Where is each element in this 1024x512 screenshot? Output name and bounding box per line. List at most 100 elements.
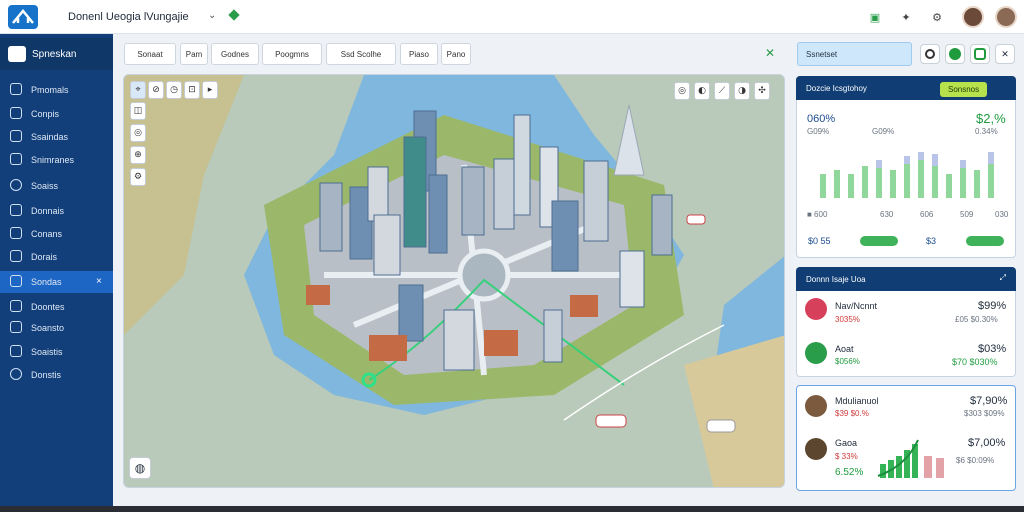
detail-item-subvalue-1: $303 $09% bbox=[964, 409, 1005, 418]
axis-label-1: ■ 600 bbox=[807, 210, 828, 219]
sidebar-item-13[interactable]: Donstis bbox=[0, 364, 113, 386]
map-tool-pin[interactable]: ⌖ bbox=[130, 81, 146, 99]
expand-icon[interactable]: ⤢ bbox=[1000, 273, 1006, 283]
map-tool-3[interactable]: ◷ bbox=[166, 81, 182, 99]
graph-icon bbox=[10, 345, 22, 357]
stat-sub-2: G09% bbox=[872, 127, 895, 136]
detail-mini-chart bbox=[877, 439, 944, 478]
map-tool-row: ⌖ ⊘ ◷ ⊡ ▸ bbox=[130, 81, 218, 99]
toggle-switch-right[interactable] bbox=[966, 236, 1004, 246]
toggle-icon[interactable] bbox=[945, 44, 965, 64]
detail-item-name-1: Mdulianuol bbox=[835, 396, 879, 406]
tool-button-6[interactable]: Piaso bbox=[400, 43, 438, 65]
tool-button-7[interactable]: Pano bbox=[441, 43, 471, 65]
detail-item-extra: 6.52% bbox=[835, 467, 864, 478]
home-logo-icon[interactable] bbox=[8, 5, 38, 29]
detail-item-value-1: $7,90% bbox=[970, 395, 1008, 407]
list-card-header: Donnn Isaje Uoa ⤢ bbox=[796, 267, 1016, 291]
sidebar-item-2[interactable]: Conpis bbox=[0, 103, 113, 125]
sidebar-item-12[interactable]: Soaistis bbox=[0, 341, 113, 363]
list-item-subvalue-1: £05 $0.30% bbox=[955, 315, 998, 324]
box-icon bbox=[10, 321, 22, 333]
avatar[interactable] bbox=[962, 6, 984, 28]
tool-button-4[interactable]: Poogmns bbox=[262, 43, 322, 65]
stat-value-2: $2,% bbox=[976, 111, 1006, 126]
sidebar-item-7[interactable]: Conans bbox=[0, 223, 113, 245]
stat-sub-1: G09% bbox=[807, 127, 830, 136]
map-illustration bbox=[124, 75, 784, 487]
stats-badge[interactable]: Sonsnos bbox=[940, 82, 988, 97]
tool-button-5[interactable]: Ssd Scolhe bbox=[326, 43, 396, 65]
avatar bbox=[805, 395, 827, 417]
axis-label-3: 606 bbox=[920, 210, 934, 219]
tool-button-3[interactable]: Godnes bbox=[211, 43, 259, 65]
puzzle-icon[interactable]: ✦ bbox=[897, 8, 915, 26]
close-icon[interactable]: ✕ bbox=[765, 46, 775, 60]
list-item-icon-2 bbox=[805, 342, 827, 364]
gear-icon[interactable]: ⚙ bbox=[928, 8, 946, 26]
map-right-tool-2[interactable]: ◐ bbox=[694, 82, 710, 100]
avatar bbox=[805, 438, 827, 460]
sidebar-item-6[interactable]: Donnais bbox=[0, 200, 113, 222]
axis-label-4: 509 bbox=[960, 210, 974, 219]
layers-icon[interactable]: ◫ bbox=[130, 102, 146, 120]
detail-item-subvalue-2: $6 $0:09% bbox=[956, 456, 995, 465]
list-item-value-2: $03% bbox=[978, 343, 1007, 355]
sidebar-item-1[interactable]: Pmomals bbox=[0, 79, 113, 101]
sidebar-item-4[interactable]: Snimranes bbox=[0, 149, 113, 171]
stat-value-1: 060% bbox=[807, 113, 836, 125]
detail-item-value-2: $7,00% bbox=[968, 437, 1006, 449]
doc-icon[interactable]: ▣ bbox=[866, 8, 884, 26]
brand-icon bbox=[8, 46, 26, 62]
monitor-icon bbox=[10, 107, 22, 119]
close-panel-icon[interactable]: ✕ bbox=[995, 44, 1015, 64]
share-icon[interactable] bbox=[970, 44, 990, 64]
axis-label-2: 630 bbox=[880, 210, 894, 219]
sidebar-item-10[interactable]: Doontes bbox=[0, 296, 113, 318]
tool-button-2[interactable]: Pam bbox=[180, 43, 208, 65]
locate-icon[interactable]: ⊕ bbox=[130, 146, 146, 164]
sidebar-brand: Spneskan bbox=[32, 49, 77, 60]
avatar-secondary[interactable] bbox=[995, 6, 1017, 28]
list-item-sub-1: 3035% bbox=[835, 315, 860, 324]
mini-bar-chart bbox=[820, 152, 994, 198]
calendar-icon bbox=[10, 227, 22, 239]
list-item-sub-2: $056% bbox=[835, 357, 860, 366]
sidebar-item-8[interactable]: Dorais bbox=[0, 246, 113, 268]
toggle-switch-left[interactable] bbox=[860, 236, 898, 246]
sidebar-item-11[interactable]: Soansto bbox=[0, 317, 113, 339]
table-icon bbox=[10, 153, 22, 165]
map-tool-2[interactable]: ⊘ bbox=[148, 81, 164, 99]
bell-icon bbox=[10, 83, 22, 95]
map-right-tool-3[interactable]: ⟋ bbox=[714, 82, 730, 100]
stat-sub-3: 0.34% bbox=[975, 127, 998, 136]
list-item-name-2: Aoat bbox=[835, 344, 854, 354]
map-right-tool-5[interactable]: ✣ bbox=[754, 82, 770, 100]
app-title[interactable]: Donenl Ueogia lVungajie bbox=[68, 11, 189, 23]
map-tool-5[interactable]: ▸ bbox=[202, 81, 218, 99]
list-item-value-1: $99% bbox=[978, 300, 1007, 312]
globe-icon bbox=[10, 179, 22, 191]
home-icon bbox=[10, 275, 22, 287]
map-right-tool-1[interactable]: ◎ bbox=[674, 82, 690, 100]
map-right-tool-4[interactable]: ◑ bbox=[734, 82, 750, 100]
settings-icon[interactable]: ⚙ bbox=[130, 168, 146, 186]
search-input[interactable]: Ssnetset bbox=[797, 42, 912, 66]
refresh-icon[interactable] bbox=[920, 44, 940, 64]
list-item-subvalue-2: $70 $030% bbox=[952, 357, 998, 367]
city-map[interactable] bbox=[123, 74, 785, 488]
tool-button-1[interactable]: Sonaat bbox=[124, 43, 176, 65]
fingerprint-icon[interactable]: ◍ bbox=[129, 457, 151, 479]
detail-item-name-2: Gaoa bbox=[835, 438, 858, 448]
sidebar-item-active[interactable]: Sondas × bbox=[0, 271, 113, 293]
sidebar-item-3[interactable]: Ssaindas bbox=[0, 126, 113, 148]
list-item-icon-1 bbox=[805, 298, 827, 320]
list-icon bbox=[10, 130, 22, 142]
compass-icon[interactable]: ◎ bbox=[130, 124, 146, 142]
chevron-down-icon[interactable]: ⌄ bbox=[208, 10, 216, 21]
close-icon[interactable]: × bbox=[96, 276, 102, 287]
pin-icon bbox=[10, 368, 22, 380]
footer-value-left: $0 55 bbox=[808, 236, 831, 246]
sidebar-item-5[interactable]: Soaiss bbox=[0, 175, 113, 197]
map-tool-4[interactable]: ⊡ bbox=[184, 81, 200, 99]
